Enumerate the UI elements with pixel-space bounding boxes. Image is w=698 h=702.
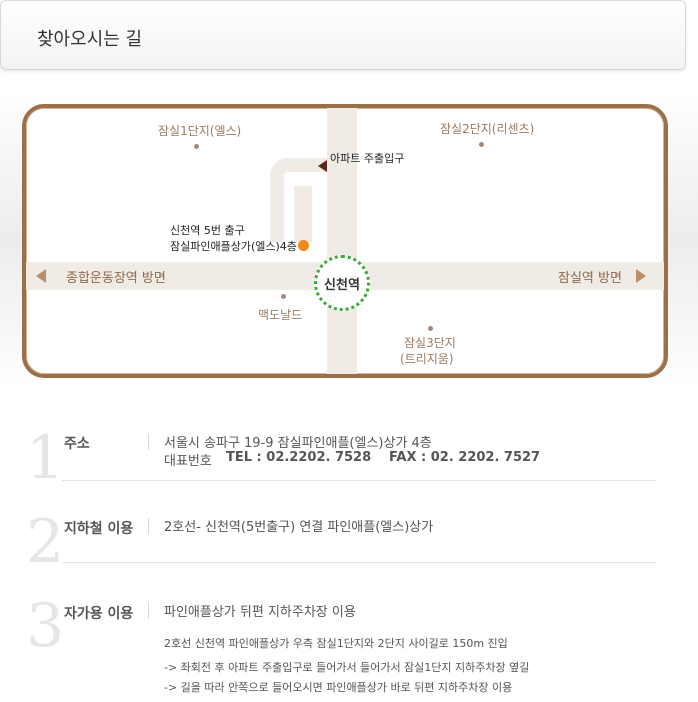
place-mcdonalds: 맥도날드 [258,308,303,322]
place-apt-entrance: 아파트 주출입구 [330,152,405,165]
subway-text: 2호선- 신천역(5번출구) 연결 파인애플(엘스)상가 [164,520,434,535]
section-number: 3 [26,591,65,661]
section-title: 자가용 이용 [64,606,134,622]
place-jamsil2-dot [479,142,484,147]
exit-marker-icon [298,240,309,251]
place-jamsil1-dot [194,144,199,149]
rep-number-label: 대표번호 [164,454,212,469]
section-divider [148,518,149,534]
section-divider [148,434,149,450]
car-text-route: 2호선 신천역 파인애플상가 우측 잠실1단지와 2단지 사이길로 150m 진… [164,637,508,650]
place-exit-line2: 잠실파인애플상가(엘스)4층 [170,240,297,253]
address-text: 서울시 송파구 19-9 잠실파인애플(엘스)상가 4층 [164,436,432,451]
page-title: 찾아오시는 길 [37,29,143,50]
right-direction-arrow-icon [636,269,646,283]
place-jamsil2: 잠실2단지(리센츠) [440,122,535,136]
left-direction-arrow-icon [36,269,46,283]
place-jamsil3-dot [428,326,433,331]
station-label: 신천역 [324,277,360,293]
section-separator [62,562,656,563]
place-jamsil3-line1: 잠실3단지 [404,336,456,350]
direction-right: 잠실역 방면 [558,271,622,286]
place-jamsil3-line2: (트리지움) [400,352,454,366]
direction-left: 종합운동장역 방면 [66,271,166,286]
section-number: 2 [26,507,65,577]
car-text-main: 파인애플상가 뒤편 지하주차장 이용 [164,605,356,620]
section-number: 1 [26,423,65,493]
tel-number: TEL : 02.2202. 7528 [226,450,372,465]
location-map: 잠실1단지(엘스) 잠실2단지(리센츠) 아파트 주출입구 신천역 5번 출구 … [22,104,668,378]
car-text-step2: -> 길을 따라 안쪽으로 들어오시면 파인애플상가 바로 뒤편 지하주차장 이… [164,681,513,694]
place-jamsil1: 잠실1단지(엘스) [158,124,242,138]
apt-entrance-arrow-icon [318,160,327,172]
place-mcdonalds-dot [281,294,286,299]
station-marker: 신천역 [314,255,370,311]
vertical-road [327,108,357,374]
section-title: 지하철 이용 [64,521,134,537]
car-text-step1: -> 좌회전 후 아파트 주출입구로 들어가서 들어가서 잠실1단지 지하주차장… [164,661,530,674]
section-separator [62,480,656,481]
section-title: 주소 [64,436,90,452]
access-road-segment [294,186,312,242]
section-divider [148,603,149,619]
fax-number: FAX : 02. 2202. 7527 [389,450,541,465]
place-exit-line1: 신천역 5번 출구 [170,224,245,237]
page-header: 찾아오시는 길 [0,0,686,70]
